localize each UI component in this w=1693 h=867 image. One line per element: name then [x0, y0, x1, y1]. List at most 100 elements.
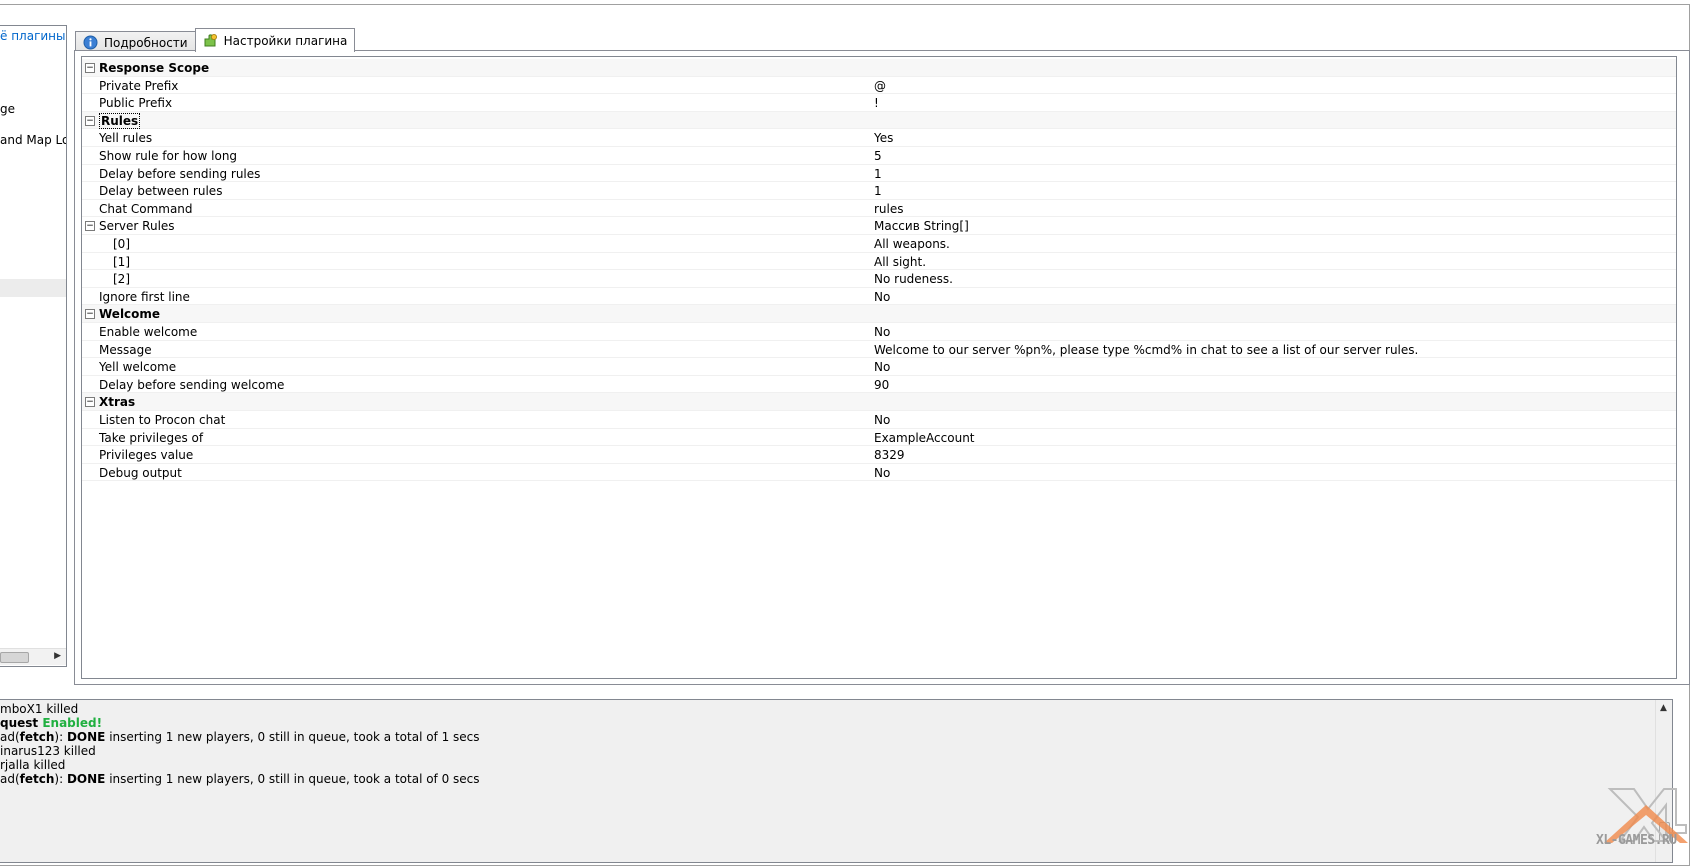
property-row[interactable]: Message Welcome to our server %pn%, pleas…: [82, 341, 1676, 359]
property-value[interactable]: 8329: [874, 447, 905, 464]
log-text: DONE: [66, 730, 106, 744]
plugin-list-panel: ё плагины ge and Map Lo ▶: [0, 25, 67, 667]
property-name: [2]: [113, 272, 130, 287]
property-name: Listen to Procon chat: [99, 413, 226, 427]
property-value[interactable]: rules: [874, 201, 904, 218]
property-value[interactable]: @: [874, 78, 886, 95]
log-text: fetch: [19, 772, 55, 786]
property-name: Xtras: [99, 395, 136, 410]
focused-category-label: Rules: [99, 112, 141, 129]
property-value[interactable]: 5: [874, 148, 882, 165]
property-value[interactable]: No: [874, 324, 890, 341]
property-value[interactable]: All weapons.: [874, 236, 950, 253]
property-row[interactable]: Private Prefix @: [82, 77, 1676, 95]
scroll-up-icon[interactable]: ▲: [1660, 703, 1667, 713]
log-text: mboX1 killed: [0, 702, 79, 716]
property-row[interactable]: [1] All sight.: [82, 253, 1676, 271]
category-row[interactable]: − Xtras: [82, 393, 1676, 411]
property-value[interactable]: Yes: [874, 130, 893, 147]
property-name: Show rule for how long: [99, 149, 238, 163]
property-name: Rules: [99, 112, 141, 130]
category-row[interactable]: − Response Scope: [82, 59, 1676, 77]
all-plugins-link[interactable]: ё плагины: [0, 29, 66, 43]
plugin-list-item-selected[interactable]: [0, 279, 66, 297]
property-name: Message: [99, 342, 152, 357]
property-row[interactable]: − Server Rules Массив String[]: [82, 217, 1676, 235]
tab-label: Подробности: [104, 35, 188, 50]
property-row[interactable]: [2] No rudeness.: [82, 270, 1676, 288]
log-text: quest: [0, 716, 43, 730]
property-value[interactable]: All sight.: [874, 254, 926, 271]
collapse-icon[interactable]: −: [85, 309, 95, 320]
collapse-icon[interactable]: −: [85, 221, 95, 232]
property-value[interactable]: No: [874, 412, 890, 429]
property-name: Private Prefix: [99, 78, 179, 93]
property-row[interactable]: Enable welcome No: [82, 323, 1676, 341]
property-value[interactable]: Welcome to our server %pn%, please type …: [874, 342, 1418, 359]
log-text: ad(: [0, 730, 20, 744]
watermark-text: XL-GAMES.RU: [1596, 833, 1677, 848]
property-name: Ignore first line: [99, 289, 190, 304]
property-value[interactable]: No: [874, 359, 890, 376]
log-text: inserting 1 new players, 0 still in queu…: [105, 730, 480, 744]
property-value[interactable]: !: [874, 95, 879, 112]
property-row[interactable]: Delay between rules 1: [82, 182, 1676, 200]
main-window: ё плагины ge and Map Lo ▶ Подробности На…: [0, 4, 1690, 866]
property-name: Server Rules: [99, 219, 175, 234]
scroll-thumb[interactable]: [0, 652, 29, 663]
property-name: Public Prefix: [99, 96, 173, 111]
category-row[interactable]: − Rules: [82, 111, 1676, 130]
property-name: Chat Command: [99, 201, 193, 216]
property-value[interactable]: 90: [874, 377, 889, 394]
property-name: Welcome: [99, 307, 161, 322]
scroll-right-icon[interactable]: ▶: [54, 651, 61, 661]
property-name: Delay between rules: [99, 184, 223, 199]
collapse-icon[interactable]: −: [85, 63, 95, 73]
property-name: Response Scope: [99, 61, 210, 75]
property-row[interactable]: Chat Command rules: [82, 200, 1676, 218]
tab-plugin-settings[interactable]: Настройки плагина: [194, 28, 356, 52]
log-line: ad(fetch): DONE inserting 1 new players,…: [0, 772, 480, 787]
property-row[interactable]: Delay before sending rules 1: [82, 165, 1676, 183]
log-text: ad(: [0, 772, 20, 786]
log-text: fetch: [19, 730, 55, 744]
log-text: Enabled!: [42, 716, 103, 730]
property-name: Delay before sending rules: [99, 166, 261, 181]
property-value[interactable]: ExampleAccount: [874, 430, 975, 447]
property-value[interactable]: No: [874, 465, 890, 482]
log-text: inarus123 killed: [0, 744, 96, 758]
tab-bar: Подробности Настройки плагина: [75, 28, 356, 53]
log-line: mboX1 killed: [0, 702, 78, 717]
property-row[interactable]: Debug output No: [82, 464, 1676, 482]
property-row[interactable]: Listen to Procon chat No: [82, 411, 1676, 429]
property-value[interactable]: Массив String[]: [874, 218, 969, 235]
info-icon: [83, 35, 98, 50]
property-row[interactable]: Yell welcome No: [82, 358, 1676, 376]
property-row[interactable]: Public Prefix!: [82, 94, 1676, 112]
property-grid: − Response Scope Private Prefix @ Public Pre…: [81, 56, 1677, 679]
plugin-list-item[interactable]: and Map Lo: [0, 133, 66, 147]
property-row[interactable]: Ignore first line No: [82, 288, 1676, 306]
horizontal-scrollbar[interactable]: ▶: [0, 648, 66, 665]
property-value[interactable]: No rudeness.: [874, 271, 953, 288]
log-line: ad(fetch): DONE inserting 1 new players,…: [0, 730, 480, 745]
property-value[interactable]: 1: [874, 183, 882, 200]
property-row[interactable]: Yell rules Yes: [82, 129, 1676, 147]
property-value[interactable]: 1: [874, 166, 882, 183]
plugin-list-item[interactable]: ge: [0, 102, 15, 116]
console-log: ▲ mboX1 killed quest Enabled! ad(fetch): D…: [0, 699, 1673, 863]
property-value[interactable]: No: [874, 289, 890, 306]
plugin-settings-icon: [204, 34, 217, 47]
property-row[interactable]: Show rule for how long 5: [82, 147, 1676, 165]
property-row[interactable]: [0] All weapons.: [82, 235, 1676, 253]
property-row[interactable]: Privileges value 8329: [82, 446, 1676, 464]
collapse-icon[interactable]: −: [85, 397, 95, 408]
property-row[interactable]: Delay before sending welcome 90: [82, 376, 1676, 394]
category-row[interactable]: − Welcome: [82, 305, 1676, 323]
property-name: Privileges value: [99, 448, 194, 463]
property-name: Debug output: [99, 465, 182, 480]
log-text: ):: [54, 730, 67, 744]
collapse-icon[interactable]: −: [85, 115, 95, 126]
property-row[interactable]: Take privileges of ExampleAccount: [82, 429, 1676, 447]
property-name: Enable welcome: [99, 325, 198, 339]
